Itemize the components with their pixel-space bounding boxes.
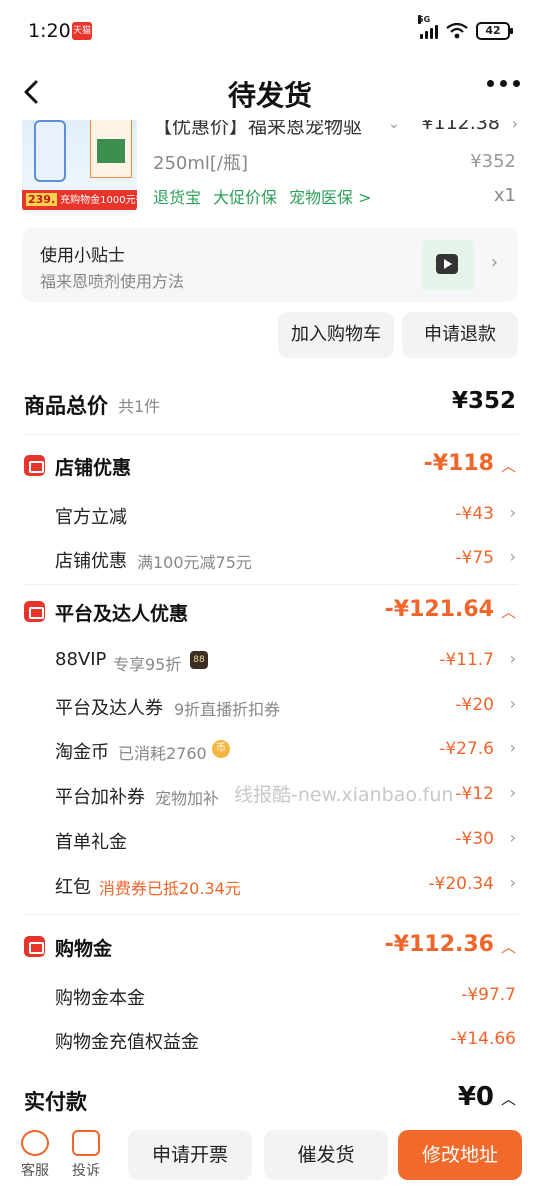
tips-title: 使用小贴士 (40, 246, 125, 266)
battery-icon: 42 (476, 22, 513, 40)
thumb-price: 239. (26, 193, 58, 206)
product-price: ¥112.38 (421, 120, 500, 134)
complaint-icon[interactable] (72, 1130, 100, 1156)
chevron-right-icon[interactable]: › (510, 738, 516, 757)
shopping-bag-icon (24, 936, 45, 957)
status-icons: 5G 42 (418, 15, 513, 40)
platform-discount-value: -¥121.64 (384, 597, 494, 622)
status-time: 1:20 (28, 20, 71, 42)
chevron-right-icon: › (490, 252, 498, 273)
store-discount-title: 店铺优惠 (55, 457, 132, 479)
product-tags: 退货宝 大促价保 宠物医保 > (153, 184, 372, 208)
wifi-icon (446, 22, 468, 39)
tag-price-protect[interactable]: 大促价保 (213, 184, 277, 208)
discount-item-note: 宠物加补 (155, 789, 220, 808)
chevron-up-icon[interactable]: ︿ (501, 1088, 516, 1109)
product-card[interactable]: 239.充购物金1000元得1100 【优惠价】福来恩宠物驱 ⌄ ¥112.38… (0, 120, 540, 220)
change-address-button[interactable]: 修改地址 (398, 1130, 522, 1180)
discount-item-value[interactable]: -¥20 (455, 695, 494, 715)
discount-item-label: 购物金本金 (55, 988, 145, 1009)
store-icon (24, 455, 45, 476)
store-discount-value: -¥118 (423, 451, 494, 476)
divider (24, 584, 518, 585)
page-title: 待发货 (227, 79, 312, 112)
product-original-price: ¥352 (470, 151, 516, 172)
discount-item-label: 购物金充值权益金 (55, 1032, 199, 1053)
chevron-right-icon[interactable]: › (510, 547, 516, 566)
chevron-up-icon[interactable]: ︿ (501, 455, 516, 476)
chevron-right-icon[interactable]: › (510, 694, 516, 713)
platform-discount-title: 平台及达人优惠 (55, 603, 189, 625)
customer-service-icon[interactable] (21, 1130, 49, 1156)
chevron-up-icon[interactable]: ︿ (501, 936, 516, 957)
customer-service-label[interactable]: 客服 (13, 1160, 57, 1180)
discount-item-label: 88VIP (55, 649, 107, 670)
discount-item-value[interactable]: -¥11.7 (439, 650, 494, 670)
chevron-up-icon[interactable]: ︿ (501, 601, 516, 622)
watermark: 线报酷-new.xianbao.fun (234, 784, 454, 806)
discount-item-note: 9折直播折扣券 (174, 700, 281, 719)
product-spec: 250ml[/瓶] (153, 153, 249, 174)
chevron-down-icon: ⌄ (388, 120, 400, 132)
discount-item-value: -¥97.7 (461, 985, 516, 1005)
discount-item-note: 专享95折 (113, 655, 182, 674)
usage-tips-card[interactable]: 使用小贴士 福来恩喷剂使用方法 › (22, 228, 518, 302)
refund-button[interactable]: 申请退款 (402, 312, 518, 358)
bottom-action-bar: 客服 投诉 申请开票 催发货 修改地址 (0, 1118, 540, 1201)
shopping-gold-title: 购物金 (55, 938, 113, 960)
discount-item-label: 淘金币 (55, 742, 109, 763)
discount-item-value[interactable]: -¥20.34 (428, 874, 494, 894)
chevron-right-icon[interactable]: › (510, 828, 516, 847)
product-quantity: x1 (493, 185, 516, 206)
divider (24, 914, 518, 915)
discount-item-value: -¥14.66 (450, 1029, 516, 1049)
urge-shipment-button[interactable]: 催发货 (264, 1130, 388, 1180)
total-label: 商品总价 (24, 394, 108, 418)
discount-item-value[interactable]: -¥43 (455, 504, 494, 524)
discount-item-label: 红包 (55, 877, 91, 898)
total-count: 共1件 (118, 397, 161, 416)
chevron-right-icon[interactable]: › (510, 649, 516, 668)
payment-label: 实付款 (24, 1090, 87, 1114)
discount-item-label: 平台加补券 (55, 787, 145, 808)
platform-coupon-icon (24, 601, 45, 622)
tag-pet-insurance[interactable]: 宠物医保 > (289, 184, 372, 208)
divider (24, 434, 518, 435)
coin-icon: 币 (212, 740, 230, 758)
signal-icon: 5G (418, 15, 438, 39)
discount-item-label: 首单礼金 (55, 832, 127, 853)
discount-item-value[interactable]: -¥30 (455, 829, 494, 849)
more-icon[interactable] (487, 80, 520, 87)
chevron-right-icon[interactable]: › (510, 783, 516, 802)
discount-item-label: 官方立减 (55, 507, 127, 528)
vip-88-icon: 88 (190, 651, 208, 669)
total-value: ¥352 (451, 388, 516, 414)
nav-bar: 待发货 (0, 64, 540, 120)
chevron-right-icon: › (511, 120, 518, 133)
discount-item-value[interactable]: -¥27.6 (439, 739, 494, 759)
add-to-cart-button[interactable]: 加入购物车 (278, 312, 394, 358)
discount-item-note: 已消耗2760 (118, 744, 207, 763)
tmall-badge: 天猫 (72, 22, 92, 40)
tag-return-insurance[interactable]: 退货宝 (153, 184, 201, 208)
discount-item-label: 店铺优惠 (55, 551, 127, 572)
discount-item-label: 平台及达人券 (55, 698, 163, 719)
chevron-right-icon[interactable]: › (510, 873, 516, 892)
invoice-button[interactable]: 申请开票 (128, 1130, 252, 1180)
discount-item-note: 满100元减75元 (137, 553, 252, 572)
tips-video-thumbnail[interactable] (422, 240, 474, 290)
thumb-promo: 充购物金1000元得1100 (60, 195, 137, 206)
shopping-gold-value: -¥112.36 (384, 932, 494, 957)
discount-item-note: 消费券已抵20.34元 (99, 879, 241, 898)
product-title: 【优惠价】福来恩宠物驱 (153, 120, 363, 138)
play-icon (436, 254, 458, 274)
status-bar: 1:20 天猫 5G 42 (0, 0, 540, 64)
payment-value: ¥0 (457, 1082, 494, 1112)
complaint-label[interactable]: 投诉 (64, 1160, 108, 1180)
product-thumbnail[interactable]: 239.充购物金1000元得1100 (22, 120, 137, 214)
discount-item-value[interactable]: -¥12 (455, 784, 494, 804)
discount-item-value[interactable]: -¥75 (455, 548, 494, 568)
chevron-right-icon[interactable]: › (510, 503, 516, 522)
tips-subtitle: 福来恩喷剂使用方法 (40, 272, 185, 291)
